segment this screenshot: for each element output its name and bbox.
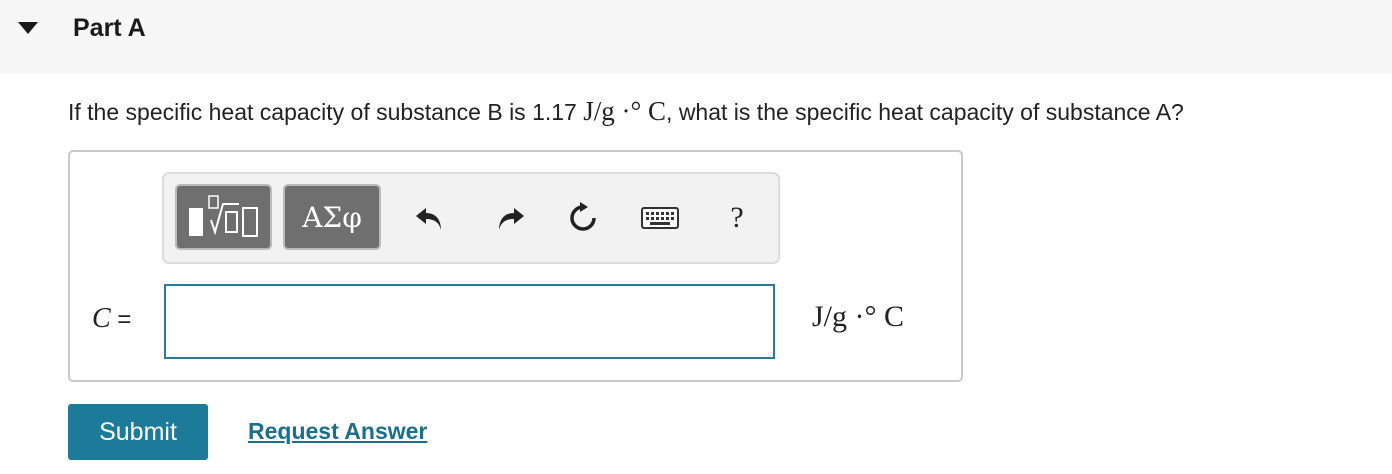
reset-button[interactable] (563, 196, 603, 240)
answer-input[interactable] (164, 284, 775, 359)
reset-icon (570, 202, 596, 231)
submit-button[interactable]: Submit (68, 404, 208, 460)
templates-button[interactable] (175, 184, 272, 250)
question-suffix: , what is the specific heat capacity of … (666, 99, 1184, 125)
keyboard-icon (641, 207, 679, 229)
question-unit: J/g ·° C (583, 96, 667, 126)
question-text: If the specific heat capacity of substan… (68, 96, 1184, 127)
redo-icon (499, 208, 524, 230)
equals-sign: = (110, 306, 132, 333)
templates-icon (188, 195, 258, 237)
keyboard-button[interactable] (640, 196, 680, 240)
unit-label: J/g ·° C (812, 300, 905, 333)
part-title: Part A (73, 14, 146, 42)
variable-symbol: C (92, 303, 111, 334)
caret-down-icon[interactable] (18, 22, 38, 34)
undo-button[interactable] (410, 196, 450, 240)
undo-icon (416, 208, 441, 230)
question-prefix: If the specific heat capacity of substan… (68, 99, 584, 125)
request-answer-link[interactable]: Request Answer (248, 418, 427, 445)
part-header: Part A (0, 0, 1392, 73)
variable-label: C = (92, 302, 131, 335)
symbols-button[interactable]: ΑΣφ (283, 184, 381, 250)
redo-button[interactable] (490, 196, 530, 240)
help-button[interactable]: ? (717, 196, 757, 240)
